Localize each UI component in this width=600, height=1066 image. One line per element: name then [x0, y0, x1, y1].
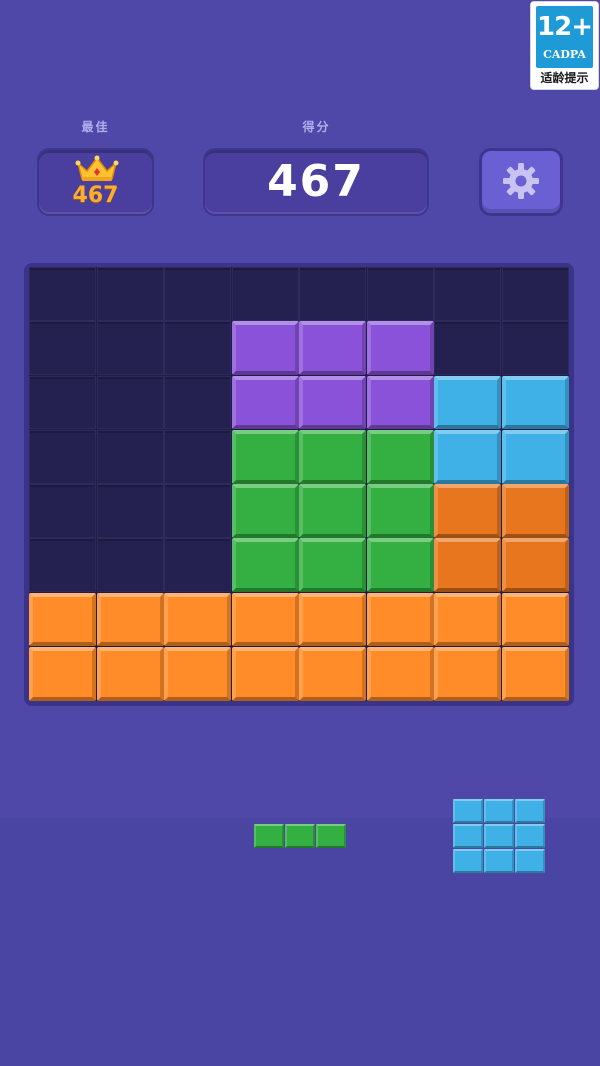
blue-block [515, 799, 545, 823]
board-cell-empty[interactable] [96, 484, 164, 538]
board-cell-green[interactable] [299, 538, 366, 592]
blue-square-piece[interactable] [453, 799, 547, 875]
board-cell-purple[interactable] [366, 321, 434, 375]
board-cell-empty[interactable] [164, 429, 231, 484]
board-cell-empty[interactable] [29, 484, 96, 538]
board-cell-orange[interactable] [96, 592, 164, 647]
age-rating-top: 12+ CADPA [536, 6, 593, 68]
board-cell-dark-orange[interactable] [434, 538, 501, 592]
green-block [254, 824, 284, 848]
green-block [316, 824, 346, 848]
board-cell-green[interactable] [231, 484, 299, 538]
score-panel: 467 [203, 148, 429, 216]
board-cell-empty[interactable] [29, 267, 96, 321]
age-rating-tip: 适龄提示 [540, 71, 589, 85]
board-cell-empty[interactable] [164, 267, 231, 321]
blue-block [453, 799, 483, 823]
age-rating-number: 12+ [537, 12, 593, 42]
board-cell-empty[interactable] [29, 321, 96, 375]
board-cell-green[interactable] [231, 538, 299, 592]
board-cell-blue[interactable] [501, 375, 569, 430]
board-cell-empty[interactable] [164, 484, 231, 538]
blue-block [515, 824, 545, 848]
board-cell-empty[interactable] [29, 429, 96, 484]
best-score-panel: 467 [37, 148, 154, 216]
board-cell-orange[interactable] [501, 646, 569, 701]
board-cell-empty[interactable] [96, 267, 164, 321]
board-cell-empty[interactable] [501, 321, 569, 375]
best-score-label: 最佳 [81, 120, 110, 134]
board-cell-empty[interactable] [434, 267, 501, 321]
blue-block [484, 824, 514, 848]
board-cell-empty[interactable] [96, 321, 164, 375]
green-block [285, 824, 315, 848]
board-cell-orange[interactable] [164, 646, 231, 701]
board-cell-empty[interactable] [96, 429, 164, 484]
board-cell-empty[interactable] [366, 267, 434, 321]
blue-block [453, 849, 483, 873]
board-cell-blue[interactable] [434, 375, 501, 430]
board-cell-orange[interactable] [299, 592, 366, 647]
board-cell-empty[interactable] [164, 375, 231, 430]
board-cell-purple[interactable] [231, 375, 299, 430]
board-cell-dark-orange[interactable] [501, 538, 569, 592]
board-cell-empty[interactable] [29, 375, 96, 430]
board-cell-orange[interactable] [501, 592, 569, 647]
board-cell-blue[interactable] [434, 429, 501, 484]
score-label: 得分 [302, 120, 331, 134]
board-cell-empty[interactable] [231, 267, 299, 321]
board-cell-orange[interactable] [366, 646, 434, 701]
age-rating-badge: 12+ CADPA 适龄提示 [531, 2, 598, 89]
gear-icon [503, 163, 539, 199]
blue-block [484, 849, 514, 873]
board-cell-orange[interactable] [434, 646, 501, 701]
board-cell-empty[interactable] [501, 267, 569, 321]
board-cell-orange[interactable] [164, 592, 231, 647]
blue-block [453, 824, 483, 848]
board-cell-green[interactable] [366, 538, 434, 592]
board-cell-orange[interactable] [434, 592, 501, 647]
board-cell-blue[interactable] [501, 429, 569, 484]
board-cell-empty[interactable] [96, 375, 164, 430]
board-cell-dark-orange[interactable] [434, 484, 501, 538]
board-cell-orange[interactable] [29, 592, 96, 647]
board-cell-empty[interactable] [164, 538, 231, 592]
board-cell-purple[interactable] [231, 321, 299, 375]
blue-block [484, 799, 514, 823]
board-cell-purple[interactable] [366, 375, 434, 430]
board-cell-orange[interactable] [96, 646, 164, 701]
board-cell-green[interactable] [299, 484, 366, 538]
board-cell-green[interactable] [366, 484, 434, 538]
settings-button[interactable] [479, 148, 563, 216]
board-cell-orange[interactable] [29, 646, 96, 701]
board-cell-empty[interactable] [29, 538, 96, 592]
game-board [24, 263, 574, 706]
board-cell-green[interactable] [231, 429, 299, 484]
board-cell-green[interactable] [366, 429, 434, 484]
board-cell-empty[interactable] [299, 267, 366, 321]
age-rating-org: CADPA [543, 48, 586, 61]
board-cell-purple[interactable] [299, 375, 366, 430]
score-value: 467 [267, 156, 365, 207]
crown-icon [75, 155, 119, 181]
green-line-piece[interactable] [254, 824, 348, 850]
board-cell-orange[interactable] [231, 592, 299, 647]
board-cell-orange[interactable] [299, 646, 366, 701]
board-cell-empty[interactable] [164, 321, 231, 375]
board-cell-empty[interactable] [96, 538, 164, 592]
board-grid [29, 267, 569, 701]
board-cell-dark-orange[interactable] [501, 484, 569, 538]
board-cell-orange[interactable] [366, 592, 434, 647]
blue-block [515, 849, 545, 873]
board-cell-purple[interactable] [299, 321, 366, 375]
best-score-value: 467 [72, 183, 119, 208]
board-cell-green[interactable] [299, 429, 366, 484]
board-cell-orange[interactable] [231, 646, 299, 701]
board-cell-empty[interactable] [434, 321, 501, 375]
